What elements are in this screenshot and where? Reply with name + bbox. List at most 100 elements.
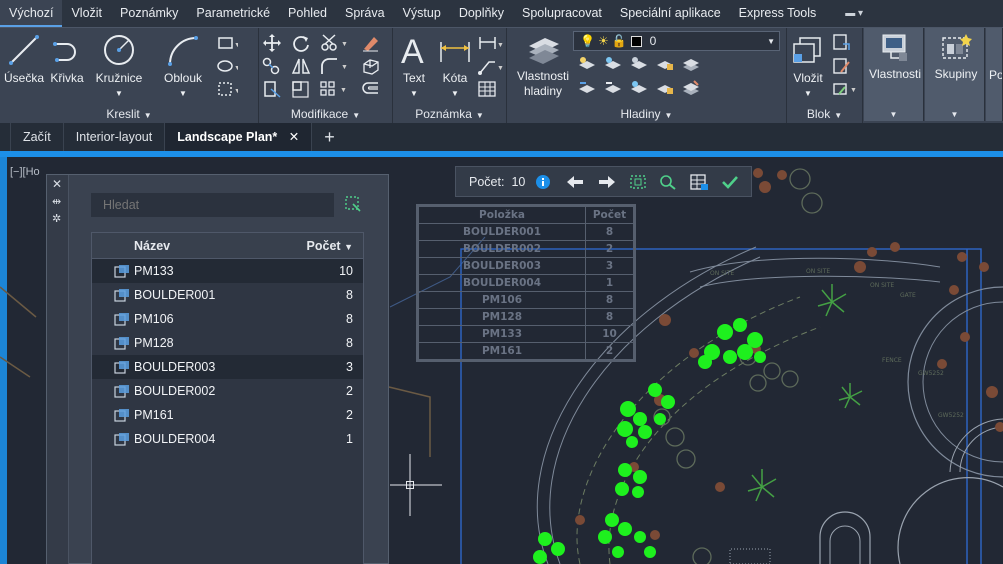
insert-block-dropdown-icon[interactable]: ▼ <box>789 86 827 101</box>
text-dropdown-icon[interactable]: ▼ <box>397 86 431 101</box>
list-item[interactable]: PM133 10 <box>92 259 363 283</box>
layer-isolate-icon[interactable] <box>577 55 597 73</box>
modify-panel-title[interactable]: Modifikace ▼ <box>259 107 392 121</box>
select-objects-icon[interactable] <box>345 196 361 212</box>
layer-lock-icon[interactable] <box>655 55 675 73</box>
trim-icon[interactable]: ▼ <box>319 33 348 53</box>
layer-previous-icon[interactable] <box>603 79 623 97</box>
line-button[interactable]: Úsečka <box>4 32 44 86</box>
info-icon[interactable] <box>535 174 551 190</box>
array-3d-icon[interactable] <box>360 56 382 76</box>
layer-unisolate-icon[interactable] <box>629 79 649 97</box>
find-icon[interactable] <box>659 174 677 190</box>
offset-icon[interactable] <box>360 79 382 99</box>
ribbon-minimize-icon[interactable]: ▬ ▾ <box>845 8 863 19</box>
next-arrow-icon[interactable] <box>597 174 617 190</box>
auto-hide-icon[interactable]: ⇹ <box>52 195 61 208</box>
layer-color-swatch[interactable] <box>630 35 642 47</box>
scale-icon[interactable] <box>290 79 312 99</box>
groups-button[interactable]: Skupiny <box>928 32 984 82</box>
list-item[interactable]: PM128 8 <box>92 331 363 355</box>
ribbon-tab[interactable]: Doplňky <box>450 0 513 27</box>
column-name-header[interactable]: Název <box>92 239 307 253</box>
ribbon-tab[interactable]: Poznámky <box>111 0 187 27</box>
viewport-label[interactable]: [−][Ho <box>10 166 40 178</box>
zoom-selection-icon[interactable] <box>629 174 647 190</box>
copy-icon[interactable] <box>261 56 283 76</box>
polyline-button[interactable]: Křivka <box>47 32 87 86</box>
properties-panel[interactable]: Vlastnosti ▼ <box>864 28 924 121</box>
previous-arrow-icon[interactable] <box>565 174 585 190</box>
groups-panel[interactable]: Skupiny ▼ <box>925 28 985 121</box>
arc-dropdown-icon[interactable]: ▼ <box>159 86 207 101</box>
doc-tab-interior-layout[interactable]: Interior-layout <box>62 123 164 151</box>
circle-button[interactable]: Kružnice ▼ <box>92 32 146 101</box>
done-check-icon[interactable] <box>721 174 739 190</box>
dimension-dropdown-icon[interactable]: ▼ <box>437 86 473 101</box>
utilities-panel[interactable]: Po <box>986 28 1003 121</box>
array-icon[interactable]: ▼ <box>319 79 347 99</box>
list-item[interactable]: PM106 8 <box>92 307 363 331</box>
move-icon[interactable] <box>261 33 283 53</box>
rotate-icon[interactable] <box>290 33 312 53</box>
leader-icon[interactable]: ▼ <box>477 56 504 76</box>
text-button[interactable]: A Text ▼ <box>397 32 431 101</box>
ribbon-tab[interactable]: Express Tools <box>730 0 826 27</box>
layer-make-current-icon[interactable] <box>681 55 701 73</box>
mirror-icon[interactable] <box>290 56 312 76</box>
table-icon[interactable] <box>477 79 499 99</box>
layer-dropdown-arrow-icon[interactable]: ▼ <box>767 37 775 46</box>
stretch-icon[interactable] <box>261 79 283 99</box>
rectangle-icon[interactable]: ▼ <box>216 33 241 53</box>
layers-panel-title[interactable]: Hladiny ▼ <box>507 107 786 121</box>
layer-properties-button[interactable]: Vlastnosti hladiny <box>513 30 573 99</box>
ribbon-tab[interactable]: Výchozí <box>0 0 63 27</box>
ribbon-tab[interactable]: Výstup <box>394 0 450 27</box>
layer-unlock-all-icon[interactable] <box>655 79 675 97</box>
gradient-icon[interactable]: ▼ <box>216 79 241 99</box>
layer-unlock-icon[interactable]: 🔓 <box>612 34 627 48</box>
insert-table-icon[interactable] <box>689 173 709 191</box>
layer-match-icon[interactable] <box>577 79 597 97</box>
new-tab-icon[interactable]: + <box>311 123 347 151</box>
properties-expand-icon[interactable]: ▼ <box>864 110 923 119</box>
list-item[interactable]: BOULDER002 2 <box>92 379 363 403</box>
ribbon-tab[interactable]: Parametrické <box>187 0 279 27</box>
list-item[interactable]: BOULDER001 8 <box>92 283 363 307</box>
layer-thaw-icon[interactable]: ☀ <box>598 34 609 48</box>
edit-attributes-icon[interactable]: ▼ <box>831 79 857 99</box>
layer-on-icon[interactable]: 💡 <box>580 34 595 48</box>
hatch-icon[interactable]: ▼ <box>216 56 241 76</box>
dimension-button[interactable]: Kóta ▼ <box>437 32 473 101</box>
palette-settings-icon[interactable]: ✲ <box>52 212 61 225</box>
ribbon-tab[interactable]: Vložit <box>62 0 111 27</box>
list-item[interactable]: PM161 2 <box>92 403 363 427</box>
doc-tab-landscape-plan[interactable]: Landscape Plan* ✕ <box>164 123 312 151</box>
ribbon-tab[interactable]: Správa <box>336 0 394 27</box>
close-palette-icon[interactable]: ✕ <box>52 177 62 191</box>
annotation-panel-title[interactable]: Poznámka ▼ <box>393 107 506 121</box>
properties-button[interactable]: Vlastnosti <box>867 32 923 82</box>
layer-freeze-icon[interactable] <box>603 55 623 73</box>
list-item[interactable]: BOULDER003 3 <box>92 355 363 379</box>
list-item[interactable]: BOULDER004 1 <box>92 427 363 451</box>
groups-expand-icon[interactable]: ▼ <box>925 110 984 119</box>
close-tab-icon[interactable]: ✕ <box>289 130 299 144</box>
drawing-canvas[interactable]: ON SITE ON SITE ON SITE GATE GW5252 GW52… <box>0 157 1003 564</box>
arc-button[interactable]: Oblouk ▼ <box>159 32 207 101</box>
erase-icon[interactable] <box>360 33 382 53</box>
block-panel-title[interactable]: Blok ▼ <box>787 107 862 121</box>
ribbon-tab[interactable]: Spolupracovat <box>513 0 611 27</box>
layer-off-icon[interactable] <box>629 55 649 73</box>
insert-block-button[interactable]: Vložit ▼ <box>789 32 827 101</box>
layer-walk-icon[interactable] <box>681 79 701 97</box>
linear-dim-icon[interactable]: ▼ <box>477 33 504 53</box>
column-count-header[interactable]: Počet ▼ <box>307 239 363 253</box>
search-input[interactable] <box>91 193 334 217</box>
ribbon-tab[interactable]: Speciální aplikace <box>611 0 730 27</box>
create-block-icon[interactable] <box>831 32 853 52</box>
fillet-icon[interactable]: ▼ <box>319 56 348 76</box>
layer-dropdown[interactable]: 💡 ☀ 🔓 0 ▼ <box>573 31 780 51</box>
edit-block-icon[interactable] <box>831 56 853 76</box>
count-table[interactable]: Položka Počet BOULDER001 8 BOULDER002 2 BOULD… <box>416 204 636 362</box>
